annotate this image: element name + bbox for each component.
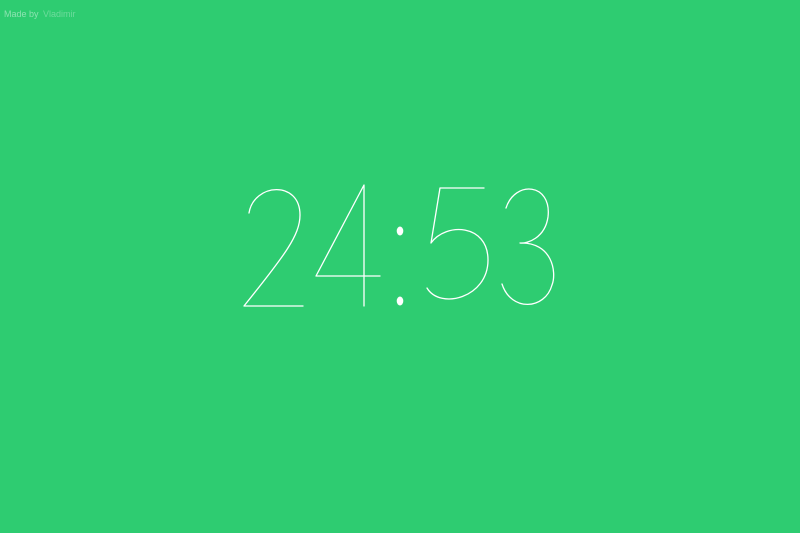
digit-2-glyph xyxy=(243,189,304,307)
separator-dot-top xyxy=(396,226,404,236)
credit-prefix: Made by xyxy=(4,9,39,19)
credit-line: Made by Vladimir xyxy=(4,9,76,19)
timer-display: 24:53 xyxy=(243,184,555,307)
digit-3-glyph xyxy=(501,188,555,306)
separator-dot-bottom xyxy=(396,296,404,306)
countdown-timer: 24:53 xyxy=(0,180,800,310)
credit-author-link[interactable]: Vladimir xyxy=(43,9,76,19)
digit-5-glyph xyxy=(426,187,489,300)
digit-4-glyph xyxy=(315,184,381,307)
